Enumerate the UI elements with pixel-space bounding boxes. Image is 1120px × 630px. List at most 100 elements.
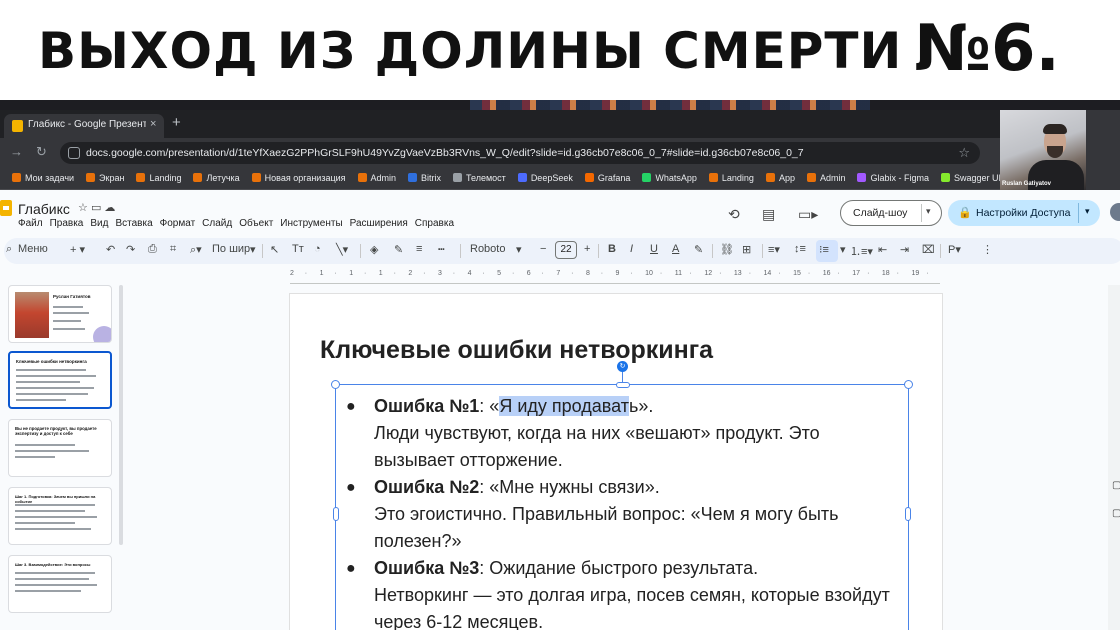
text-color-icon[interactable]: A — [672, 243, 679, 255]
slide-thumbnail-3[interactable]: Вы не продаете продукт, вы продаете эксп… — [8, 419, 112, 477]
bookmark-item[interactable]: Летучка — [193, 173, 240, 183]
bold-icon[interactable]: B — [608, 243, 616, 255]
zoom-select[interactable]: По шир — [212, 243, 250, 255]
text-box-icon[interactable]: Tт — [292, 243, 304, 255]
print-icon[interactable]: ⎙ — [148, 243, 157, 256]
meet-video-icon[interactable]: ▭▸ — [798, 206, 818, 223]
move-folder-icon[interactable]: ▭ — [91, 202, 101, 214]
menu-file[interactable]: Файл — [18, 218, 43, 229]
font-size-input[interactable]: 22 — [555, 241, 577, 259]
menu-slide[interactable]: Слайд — [202, 218, 232, 229]
select-cursor-icon[interactable]: ↖ — [270, 243, 279, 256]
bookmark-item[interactable]: Новая организация — [251, 173, 346, 183]
tab-close-icon[interactable]: × — [150, 118, 156, 130]
slideshow-button[interactable]: Слайд-шоу ▾ — [840, 200, 942, 226]
bookmark-item[interactable]: Landing — [136, 173, 181, 183]
more-options-icon[interactable]: ⋮ — [982, 243, 993, 256]
underline-icon[interactable]: U — [650, 243, 658, 255]
slide-thumbnail-4[interactable]: Шаг 1. Подготовка: Зачем вы пришли на со… — [8, 487, 112, 545]
share-access-button[interactable]: 🔒 Настройки Доступа ▾ — [948, 200, 1100, 226]
insert-link-icon[interactable]: ⛓ — [720, 243, 734, 256]
italic-icon[interactable]: I — [630, 243, 633, 255]
star-icon[interactable]: ☆ — [78, 202, 88, 214]
chevron-down-icon[interactable]: ▾ — [516, 243, 522, 256]
fill-color-icon[interactable]: ◈ — [370, 243, 378, 256]
url-field[interactable]: docs.google.com/presentation/d/1teYfXaez… — [60, 142, 980, 164]
bookmark-item[interactable]: Bitrix — [408, 173, 441, 183]
side-panel-icon[interactable]: ▢ — [1112, 508, 1120, 519]
new-tab-button[interactable]: + — [172, 114, 181, 131]
menu-object[interactable]: Объект — [239, 218, 273, 229]
bookmark-item[interactable]: Мои задачи — [12, 173, 74, 183]
bookmark-item[interactable]: Admin — [357, 173, 396, 183]
chevron-down-icon[interactable]: ▾ — [250, 243, 256, 256]
chevron-down-icon[interactable]: ▾ — [926, 206, 931, 217]
slide-canvas[interactable]: Ключевые ошибки нетворкинга ↻ ● Ошибка №… — [290, 294, 942, 630]
slide-title[interactable]: Ключевые ошибки нетворкинга — [320, 336, 713, 365]
add-comment-icon[interactable]: ⊞ — [742, 243, 751, 256]
bookmark-item[interactable]: DeepSeek — [517, 173, 573, 183]
menu-search-label[interactable]: Меню — [18, 243, 48, 255]
chevron-down-icon[interactable]: ▾ — [1085, 206, 1090, 217]
font-select[interactable]: Roboto — [470, 243, 505, 255]
numbered-list-icon[interactable]: ⒈≡▾ — [850, 243, 873, 259]
highlight-color-icon[interactable]: ✎ — [694, 243, 703, 256]
bookmark-item[interactable]: Экран — [86, 173, 124, 183]
text-selection[interactable]: Я иду продават — [499, 396, 629, 416]
menu-help[interactable]: Справка — [415, 218, 454, 229]
bookmark-item[interactable]: Swagger UI — [941, 173, 1000, 183]
bookmark-item[interactable]: WhatsApp — [642, 173, 697, 183]
menu-tools[interactable]: Инструменты — [280, 218, 342, 229]
bookmark-star-icon[interactable]: ☆ — [958, 145, 970, 161]
bullet-list[interactable]: ● Ошибка №1: «Я иду продавать». Люди чув… — [346, 393, 904, 630]
bookmark-item[interactable]: Glabix - Figma — [857, 173, 929, 183]
bookmark-item[interactable]: App — [765, 173, 795, 183]
bullet-item[interactable]: ● Ошибка №3: Ожидание быстрого результат… — [346, 555, 904, 630]
zoom-icon[interactable]: ⌕▾ — [190, 243, 202, 257]
slide-thumbnail-2[interactable]: Ключевые ошибки нетворкинга — [8, 351, 112, 409]
filmstrip-scrollbar[interactable] — [119, 285, 123, 545]
reload-icon[interactable]: ↻ — [36, 144, 47, 160]
border-color-icon[interactable]: ✎ — [394, 243, 403, 256]
slide-thumbnail-1[interactable]: Руслан Гатиятов — [8, 285, 112, 343]
avatar[interactable] — [1110, 203, 1120, 221]
resize-handle[interactable] — [331, 380, 340, 389]
bulleted-list-icon[interactable]: ⁝≡ — [819, 243, 829, 256]
border-dash-icon[interactable]: ┅ — [438, 243, 445, 256]
paint-format-icon[interactable]: ⌗ — [170, 243, 176, 256]
bullet-item[interactable]: ● Ошибка №2: «Мне нужны связи». Это эгои… — [346, 474, 904, 555]
clear-formatting-icon[interactable]: ⌧ — [922, 243, 935, 256]
bookmark-item[interactable]: Grafana — [584, 173, 630, 183]
align-icon[interactable]: ≡▾ — [768, 243, 780, 256]
new-slide-button[interactable]: + ▾ — [70, 243, 85, 256]
slide-thumbnail-5[interactable]: Шаг 3. Взаимодействие: Эти вопросы — [8, 555, 112, 613]
site-info-icon[interactable] — [68, 147, 80, 159]
cloud-status-icon[interactable]: ☁ — [104, 202, 115, 214]
comments-icon[interactable]: ▤ — [762, 206, 775, 223]
resize-handle[interactable] — [616, 382, 630, 388]
decrease-indent-icon[interactable]: ⇤ — [878, 243, 887, 256]
pen-tool-icon[interactable]: P▾ — [948, 243, 961, 256]
line-spacing-icon[interactable]: ↕≡ — [794, 243, 806, 255]
resize-handle[interactable] — [905, 507, 911, 521]
bookmark-item[interactable]: Телемост — [453, 173, 506, 183]
resize-handle[interactable] — [333, 507, 339, 521]
border-weight-icon[interactable]: ≡ — [416, 243, 422, 255]
forward-arrow-icon[interactable]: → — [10, 144, 23, 159]
history-icon[interactable]: ⟲ — [728, 206, 740, 223]
redo-icon[interactable]: ↷ — [126, 243, 135, 256]
rotate-handle-icon[interactable]: ↻ — [617, 361, 628, 372]
browser-tab[interactable]: Глабикс - Google Презентации × — [4, 114, 164, 138]
bookmark-item[interactable]: Landing — [708, 173, 754, 183]
shape-icon[interactable]: ◔ — [314, 243, 321, 255]
side-panel-icon[interactable]: ▢ — [1112, 480, 1120, 491]
selected-text-box[interactable]: ↻ ● Ошибка №1: «Я иду продавать». Люди ч… — [331, 361, 913, 630]
font-size-decrease-icon[interactable]: − — [540, 243, 546, 255]
increase-indent-icon[interactable]: ⇥ — [900, 243, 909, 256]
line-icon[interactable]: ╲▾ — [336, 243, 348, 256]
menu-format[interactable]: Формат — [160, 218, 196, 229]
undo-icon[interactable]: ↶ — [106, 243, 115, 256]
resize-handle[interactable] — [904, 380, 913, 389]
bullet-item[interactable]: ● Ошибка №1: «Я иду продавать». Люди чув… — [346, 393, 904, 474]
menu-insert[interactable]: Вставка — [115, 218, 152, 229]
